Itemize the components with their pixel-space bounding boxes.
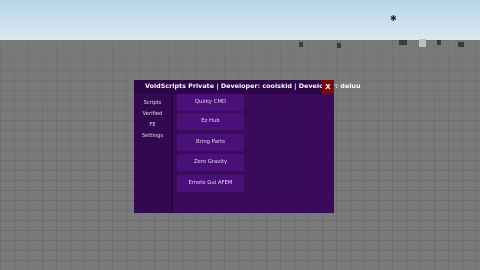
window-titlebar[interactable]: VoidScripts Private | Developer: coolski… — [134, 80, 361, 94]
script-button-ez-hub[interactable]: Ez Hub — [177, 113, 244, 130]
sidebar-item-settings[interactable]: Settings — [134, 131, 171, 142]
close-button[interactable]: X — [322, 80, 334, 94]
world-prop — [299, 42, 303, 47]
world-prop — [399, 40, 407, 45]
sidebar-item-fe[interactable]: FE — [134, 120, 171, 131]
sidebar-divider — [171, 94, 173, 213]
world-prop — [337, 43, 341, 48]
script-list: Quirky CMD Ez Hub Bring Parts Zero Gravi… — [174, 94, 334, 213]
script-button-zero-gravity[interactable]: Zero Gravity — [177, 154, 244, 171]
avatar-figure-icon: ✱ — [390, 14, 397, 23]
world-prop — [458, 42, 464, 47]
category-sidebar: Scripts Verified FE Settings — [134, 94, 171, 213]
script-hub-window[interactable]: VoidScripts Private | Developer: coolski… — [134, 80, 361, 213]
sidebar-item-verified[interactable]: Verified — [134, 109, 171, 120]
script-button-bring-parts[interactable]: Bring Parts — [177, 134, 244, 151]
sidebar-item-scripts[interactable]: Scripts — [134, 98, 171, 109]
skybox — [0, 0, 480, 40]
script-button-quirky-cmd[interactable]: Quirky CMD — [177, 94, 244, 111]
world-prop — [419, 39, 426, 47]
world-prop — [437, 40, 441, 45]
script-button-emote-gui-afem[interactable]: Emote Gui AFEM — [177, 175, 244, 192]
